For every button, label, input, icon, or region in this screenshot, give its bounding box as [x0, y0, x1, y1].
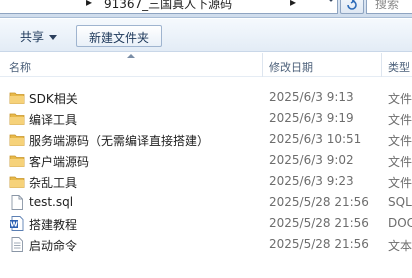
file-date-modified: 2025/5/28 21:56: [269, 237, 369, 251]
folder-icon: [9, 90, 25, 105]
column-headers: 名称 修改日期 类型: [0, 53, 412, 77]
column-header-date-modified[interactable]: 修改日期: [269, 59, 313, 75]
file-type: 文件: [388, 92, 412, 106]
file-type: SQL: [388, 195, 412, 209]
column-header-type[interactable]: 类型: [388, 59, 410, 75]
file-name[interactable]: 启动命令: [29, 237, 77, 254]
file-type: 文件: [388, 155, 412, 169]
refresh-button[interactable]: [340, 0, 364, 14]
file-row[interactable]: 客户端源码 2025/6/3 9:02 文件: [0, 150, 412, 171]
refresh-icon: [347, 0, 357, 10]
column-divider[interactable]: [262, 53, 263, 77]
file-name[interactable]: 杂乱工具: [29, 174, 77, 191]
file-date-modified: 2025/6/3 9:23: [269, 174, 354, 188]
file-row[interactable]: test.sql 2025/5/28 21:56 SQL: [0, 192, 412, 213]
file-type: 文件: [388, 134, 412, 148]
share-label: 共享: [20, 30, 45, 44]
sort-ascending-icon: [127, 54, 135, 58]
file-icon: [9, 195, 25, 210]
address-bar-strip: ▸ 91367_三国真人下源码 ▸ 搜索: [0, 0, 412, 18]
address-dropdown-icon[interactable]: [326, 0, 336, 7]
chevron-down-icon: [49, 35, 58, 40]
breadcrumb-current-folder[interactable]: 91367_三国真人下源码: [104, 0, 232, 12]
svg-text:W: W: [10, 221, 18, 229]
file-row[interactable]: 服务端源码（无需编译直接搭建） 2025/6/3 10:51 文件: [0, 129, 412, 150]
file-name[interactable]: 搭建教程: [29, 216, 77, 233]
file-type: 文本: [388, 239, 412, 253]
file-date-modified: 2025/6/3 10:51: [269, 132, 362, 146]
text-file-icon: [9, 237, 25, 252]
file-row[interactable]: 编译工具 2025/6/3 9:19 文件: [0, 108, 412, 129]
file-name[interactable]: 客户端源码: [29, 153, 89, 170]
file-name[interactable]: 编译工具: [29, 111, 77, 128]
new-folder-label: 新建文件夹: [89, 31, 150, 45]
new-folder-button[interactable]: 新建文件夹: [76, 25, 163, 47]
file-date-modified: 2025/6/3 9:13: [269, 90, 354, 104]
file-name[interactable]: 服务端源码（无需编译直接搭建）: [29, 132, 209, 149]
command-toolbar: 共享 新建文件夹: [0, 19, 412, 52]
folder-icon: [9, 132, 25, 147]
file-date-modified: 2025/6/3 9:19: [269, 111, 354, 125]
word-doc-icon: W: [9, 216, 25, 231]
share-button[interactable]: 共享: [12, 25, 65, 47]
file-type: DOC: [388, 216, 412, 230]
file-date-modified: 2025/6/3 9:02: [269, 153, 354, 167]
column-header-name[interactable]: 名称: [9, 59, 31, 75]
address-field[interactable]: ▸ 91367_三国真人下源码 ▸: [0, 0, 338, 14]
file-name[interactable]: SDK相关: [29, 90, 78, 107]
file-name[interactable]: test.sql: [29, 195, 73, 209]
breadcrumb-separator-icon[interactable]: ▸: [86, 0, 92, 9]
column-divider[interactable]: [381, 53, 382, 77]
file-date-modified: 2025/5/28 21:56: [269, 195, 369, 209]
folder-icon: [9, 111, 25, 126]
file-type: 文件: [388, 176, 412, 190]
file-row[interactable]: 启动命令 2025/5/28 21:56 文本: [0, 234, 412, 255]
breadcrumb-separator-icon[interactable]: ▸: [290, 0, 296, 9]
file-list: SDK相关 2025/6/3 9:13 文件 编译工具 2025/6/3 9:19 文件服…: [0, 87, 412, 255]
search-placeholder: 搜索: [375, 0, 400, 11]
folder-icon: [9, 153, 25, 168]
folder-icon: [9, 174, 25, 189]
search-input[interactable]: 搜索: [366, 0, 412, 14]
file-row[interactable]: 杂乱工具 2025/6/3 9:23 文件: [0, 171, 412, 192]
file-row[interactable]: SDK相关 2025/6/3 9:13 文件: [0, 87, 412, 108]
file-date-modified: 2025/5/28 21:56: [269, 216, 369, 230]
file-row[interactable]: W 搭建教程 2025/5/28 21:56 DOC: [0, 213, 412, 234]
file-type: 文件: [388, 113, 412, 127]
